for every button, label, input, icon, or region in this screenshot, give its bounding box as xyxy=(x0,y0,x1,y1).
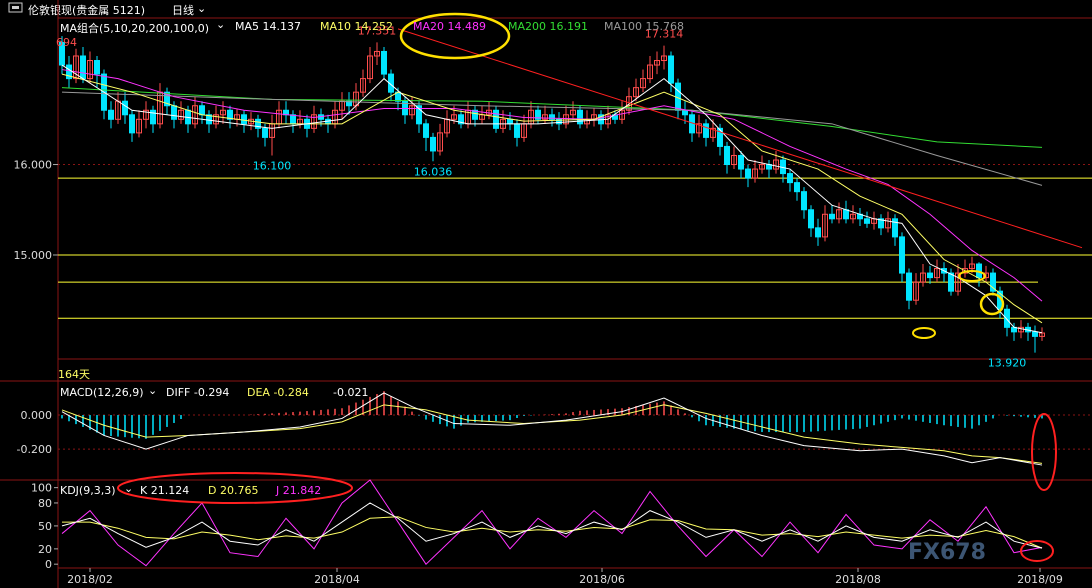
candle-body xyxy=(241,114,247,125)
candle-body xyxy=(738,154,744,170)
candle-body xyxy=(724,145,730,166)
candle-body xyxy=(108,109,114,120)
candle-body xyxy=(493,109,499,129)
candle-body xyxy=(423,123,429,138)
candle-body xyxy=(801,191,807,211)
candle-body xyxy=(864,218,870,224)
x-tick-label: 2018/02 xyxy=(67,573,113,586)
macd-diff-value: DIFF -0.294 xyxy=(166,386,230,399)
ma20-value: MA20 14.489 xyxy=(413,20,486,33)
x-tick-label: 2018/06 xyxy=(579,573,625,586)
macd-chevron-icon[interactable]: ⌄ xyxy=(148,384,157,397)
kdj-label[interactable]: KDJ(9,3,3) xyxy=(60,484,116,497)
chart-canvas: 16.00015.00017.351 17.31416.100 16.03613.9… xyxy=(0,0,1092,588)
candle-body xyxy=(927,272,933,279)
candle-body xyxy=(745,168,751,179)
ma10-value: MA10 14.252 xyxy=(320,20,393,33)
candle-body xyxy=(507,118,513,125)
candle-body xyxy=(577,109,583,125)
ma200-value: MA200 16.191 xyxy=(508,20,588,33)
kdj-tick-label: 80 xyxy=(38,497,52,510)
candle-body xyxy=(668,55,674,84)
price-extreme-label: 16.036 xyxy=(414,165,453,178)
kdj-highlight-ellipse xyxy=(1020,540,1054,562)
candle-body xyxy=(829,213,835,220)
kdj-chevron-icon[interactable]: ⌄ xyxy=(124,482,133,495)
candle-body xyxy=(787,173,793,184)
candle-body xyxy=(899,236,905,274)
candle-body xyxy=(80,55,86,80)
candle-body xyxy=(514,123,520,138)
macd-tick-label: 0.000 xyxy=(21,409,53,422)
candle-body xyxy=(122,100,128,116)
macd-diff-line xyxy=(61,392,1043,466)
candle-body xyxy=(815,227,821,238)
kdj-d-value: D 20.765 xyxy=(208,484,259,497)
candle-body xyxy=(381,50,387,75)
watermark: FX678 xyxy=(908,540,986,565)
kdj-tick-label: 50 xyxy=(38,520,52,533)
kdj-j-value: J 21.842 xyxy=(276,484,322,497)
clipped-price-label: 694 xyxy=(56,36,77,49)
candle-body xyxy=(990,272,996,292)
kdj-d-line xyxy=(62,516,1043,549)
ma100-line xyxy=(61,91,1043,186)
kdj-tick-label: 100 xyxy=(31,482,52,495)
candle-body xyxy=(682,109,688,116)
x-tick-label: 2018/09 xyxy=(1017,573,1063,586)
days-count-label: 164天 xyxy=(58,368,90,381)
price-tick-label: 16.000 xyxy=(14,159,53,172)
trendline xyxy=(397,28,1083,249)
macd-tick-label: -0.200 xyxy=(17,443,52,456)
kdj-k-value: K 21.124 xyxy=(140,484,190,497)
price-tick-label: 15.000 xyxy=(14,249,53,262)
ma100-value: MA100 15.768 xyxy=(604,20,684,33)
candle-body xyxy=(430,136,436,152)
candle-body xyxy=(843,209,849,220)
highlight-ellipse xyxy=(912,327,936,339)
macd-dea-value: DEA -0.284 xyxy=(247,386,309,399)
macd-label[interactable]: MACD(12,26,9) xyxy=(60,386,144,399)
macd-hist-value: -0.021 xyxy=(333,386,369,399)
price-extreme-label: 13.920 xyxy=(988,357,1027,370)
candle-body xyxy=(703,123,709,138)
macd-highlight-ellipse xyxy=(1031,413,1057,491)
price-extreme-label: 16.100 xyxy=(253,159,292,172)
candle-body xyxy=(199,105,205,116)
candle-body xyxy=(906,272,912,301)
kdj-tick-label: 0 xyxy=(45,558,52,571)
candle-body xyxy=(948,272,954,292)
ma5-value: MA5 14.137 xyxy=(235,20,301,33)
x-tick-label: 2018/08 xyxy=(835,573,881,586)
kdj-k-line xyxy=(61,502,1043,549)
ma-group-label[interactable]: MA组合(5,10,20,200,100,0) xyxy=(60,20,209,36)
candle-body xyxy=(1004,308,1010,328)
candle-body xyxy=(94,60,100,75)
candle-body xyxy=(262,127,268,138)
candle-body xyxy=(794,182,800,193)
candle-body xyxy=(808,209,814,229)
candle-body xyxy=(129,114,135,134)
x-tick-label: 2018/04 xyxy=(314,573,360,586)
kdj-tick-label: 20 xyxy=(38,543,52,556)
ma-group-chevron-icon[interactable]: ⌄ xyxy=(216,18,225,31)
candle-body xyxy=(290,114,296,125)
ma5-line xyxy=(61,64,1043,334)
candle-body xyxy=(171,105,177,120)
candle-body xyxy=(1032,331,1038,337)
